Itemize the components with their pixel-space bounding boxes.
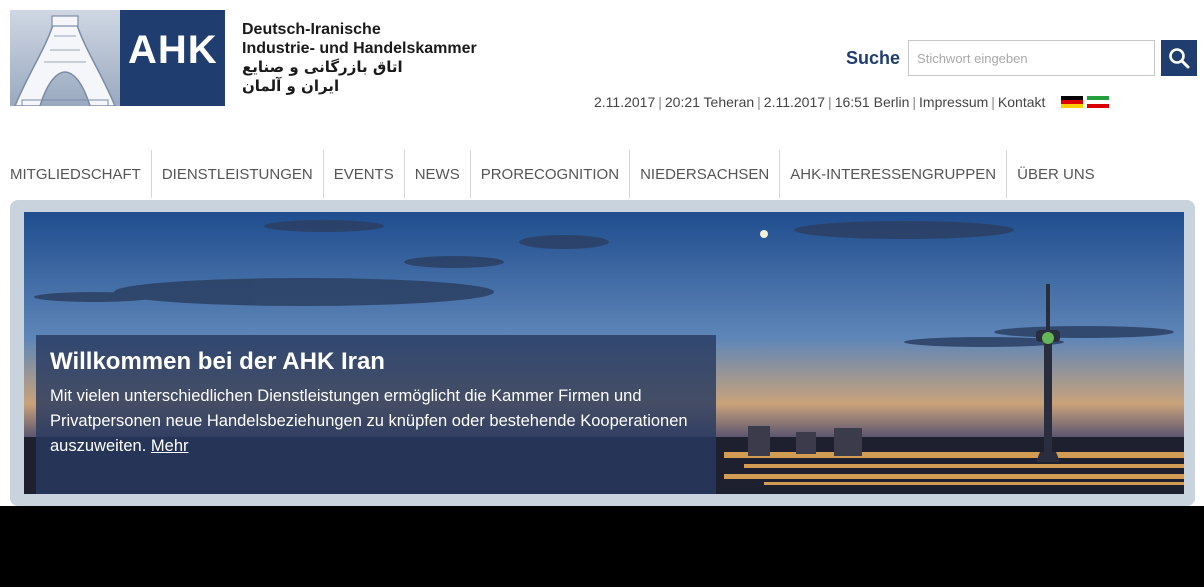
chamber-name-fa-line1: اتاق بازرگانی و صنایع bbox=[242, 58, 403, 76]
time-tehran: 20:21 Teheran bbox=[664, 94, 755, 110]
welcome-box: Willkommen bei der AHK Iran Mit vielen u… bbox=[36, 335, 716, 494]
nav-events[interactable]: EVENTS bbox=[324, 150, 405, 198]
hero-banner: Willkommen bei der AHK Iran Mit vielen u… bbox=[24, 212, 1184, 494]
chamber-name: Deutsch-Iranische Industrie- und Handels… bbox=[242, 20, 477, 96]
nav-ueber-uns[interactable]: ÜBER UNS bbox=[1007, 150, 1105, 198]
ahk-logo[interactable]: AHK bbox=[10, 10, 225, 106]
search-input[interactable] bbox=[908, 40, 1156, 76]
chamber-name-line2: Industrie- und Handelskammer bbox=[242, 40, 477, 57]
nav-ahk-interessengruppen[interactable]: AHK-INTERESSENGRUPPEN bbox=[780, 150, 1008, 198]
welcome-text: Mit vielen unterschiedlichen Dienstleist… bbox=[50, 384, 702, 459]
search-button[interactable] bbox=[1161, 40, 1198, 76]
nav-niedersachsen[interactable]: NIEDERSACHSEN bbox=[630, 150, 781, 198]
search-bar: Suche bbox=[846, 40, 1198, 76]
black-bottom-area bbox=[0, 506, 1204, 587]
nav-mitgliedschaft[interactable]: MITGLIEDSCHAFT bbox=[0, 150, 152, 198]
german-flag-icon[interactable] bbox=[1061, 96, 1084, 108]
chamber-name-line1: Deutsch-Iranische bbox=[242, 21, 381, 38]
impressum-link[interactable]: Impressum bbox=[919, 94, 988, 110]
logo-text: AHK bbox=[128, 28, 218, 72]
kontakt-link[interactable]: Kontakt bbox=[998, 94, 1045, 110]
iranian-flag-icon[interactable] bbox=[1087, 96, 1110, 108]
welcome-body: Mit vielen unterschiedlichen Dienstleist… bbox=[50, 387, 688, 455]
nav-prorecognition[interactable]: PRORECOGNITION bbox=[471, 150, 631, 198]
time-berlin: 16:51 Berlin bbox=[834, 94, 910, 110]
main-navigation: MITGLIEDSCHAFT DIENSTLEISTUNGEN EVENTS N… bbox=[0, 150, 1204, 198]
date-tehran: 2.11.2017 bbox=[594, 94, 656, 110]
search-label: Suche bbox=[846, 47, 901, 68]
meta-bar: 2.11.2017 | 20:21 Teheran | 2.11.2017 | … bbox=[594, 92, 1110, 112]
language-flags bbox=[1061, 96, 1110, 108]
welcome-title: Willkommen bei der AHK Iran bbox=[50, 348, 385, 375]
date-berlin: 2.11.2017 bbox=[763, 94, 826, 110]
nav-news[interactable]: NEWS bbox=[405, 150, 471, 198]
azadi-tower-icon bbox=[10, 10, 120, 106]
nav-dienstleistungen[interactable]: DIENSTLEISTUNGEN bbox=[152, 150, 324, 198]
chamber-name-fa-line2: ایران و آلمان bbox=[242, 77, 340, 95]
site-header: AHK Deutsch-Iranische Industrie- und Han… bbox=[0, 0, 1204, 140]
magnifier-icon bbox=[1169, 48, 1190, 69]
mehr-link[interactable]: Mehr bbox=[151, 437, 189, 455]
